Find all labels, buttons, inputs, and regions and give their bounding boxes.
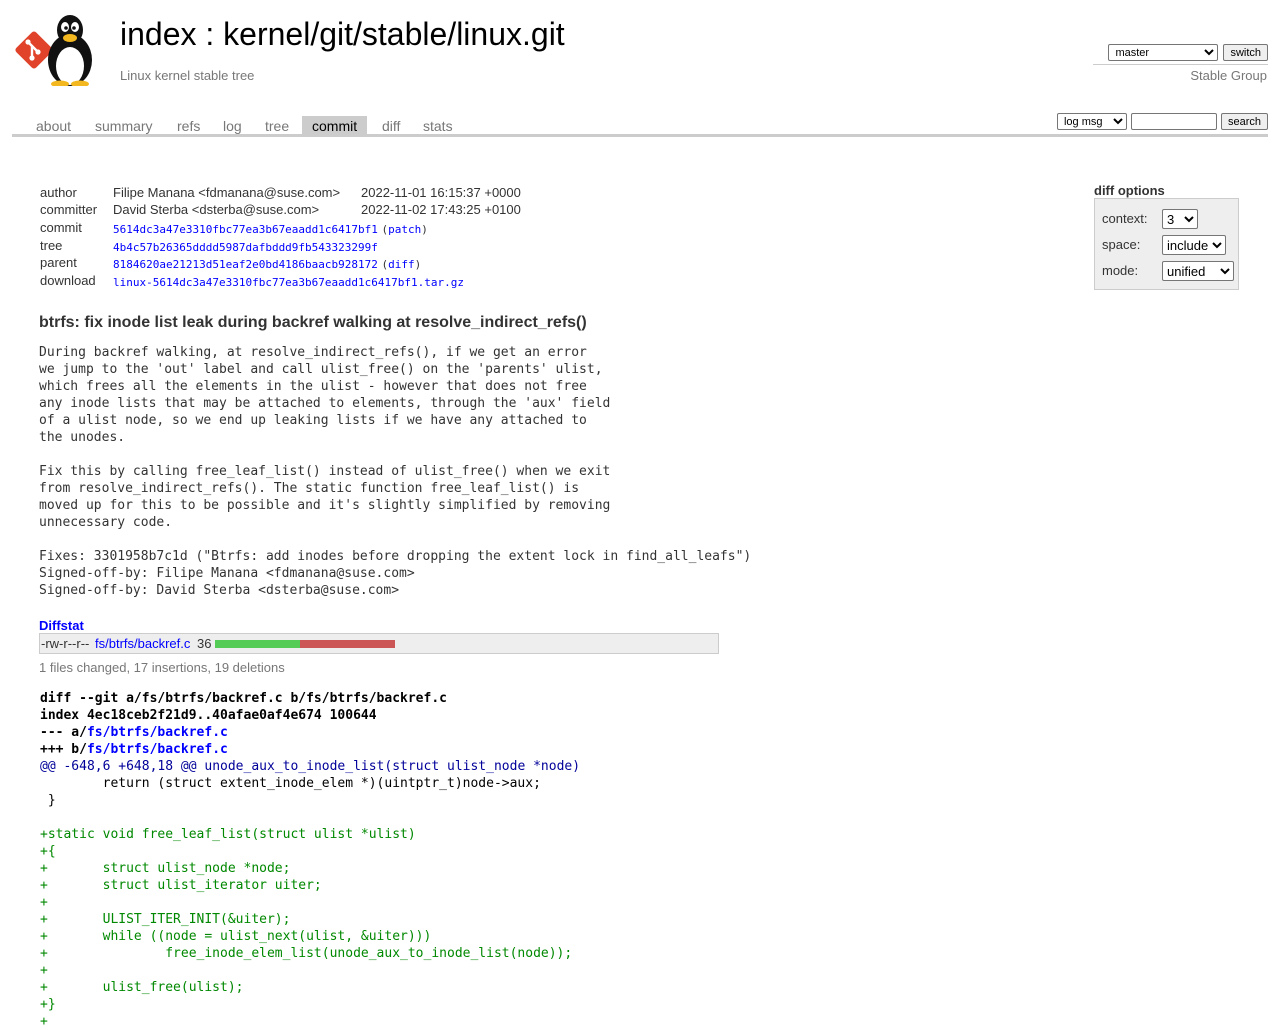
committer-label: committer	[40, 202, 98, 217]
title-separator: :	[196, 16, 224, 52]
file-mode: -rw-r--r--	[41, 636, 90, 651]
diffstat-change-count: 36	[197, 636, 212, 651]
diff-added-line: + while ((node = ulist_next(ulist, &uite…	[40, 929, 432, 944]
page-title: index : kernel/git/stable/linux.git	[120, 16, 565, 53]
repo-owner: Stable Group	[1190, 68, 1267, 83]
context-select[interactable]: 3	[1162, 209, 1198, 229]
diff-paren-close: )	[414, 258, 422, 271]
tab-diff[interactable]: diff	[372, 116, 410, 134]
diff-minus-line: --- a/fs/btrfs/backref.c	[40, 724, 580, 741]
commit-subject: btrfs: fix inode list leak during backre…	[39, 314, 587, 331]
space-select[interactable]: include	[1162, 235, 1226, 255]
diff-added-line: + struct ulist_node *node;	[40, 861, 291, 876]
diff-header-line: diff --git a/fs/btrfs/backref.c b/fs/btr…	[40, 691, 447, 706]
author-date: 2022-11-01 16:15:37 +0000	[361, 185, 521, 200]
tree-sha-link[interactable]: 4b4c57b26365dddd5987dafbddd9fb543323299f	[113, 241, 378, 254]
diff-index-line: index 4ec18ceb2f21d9..40afae0af4e674 100…	[40, 708, 377, 723]
mode-select[interactable]: unified	[1162, 261, 1234, 281]
diff-added-line: + ULIST_ITER_INIT(&uiter);	[40, 912, 291, 927]
branch-select[interactable]: master	[1108, 44, 1219, 61]
tab-refs[interactable]: refs	[167, 116, 210, 134]
parent-value: 8184620ae21213d51eaf2e0bd4186baacb928172…	[113, 256, 421, 271]
diff-added-line: +static void free_leaf_list(struct ulist…	[40, 827, 416, 842]
repo-link[interactable]: kernel/git/stable/linux.git	[223, 16, 565, 52]
diff-options-panel: context: 3 space: include mode: unified	[1094, 198, 1239, 290]
diff-lines: return (struct extent_inode_elem *)(uint…	[40, 775, 580, 1030]
tux-git-logo-icon	[15, 15, 92, 88]
tab-stats[interactable]: stats	[413, 116, 463, 134]
index-link[interactable]: index	[120, 16, 197, 52]
diff-context-line: }	[40, 793, 56, 808]
committer-date: 2022-11-02 17:43:25 +0100	[361, 202, 521, 217]
mode-label: mode:	[1102, 263, 1139, 278]
download-value: linux-5614dc3a47e3310fbc77ea3b67eaadd1c6…	[113, 274, 464, 289]
download-link[interactable]: linux-5614dc3a47e3310fbc77ea3b67eaadd1c6…	[113, 276, 464, 289]
parent-sha-link[interactable]: 8184620ae21213d51eaf2e0bd4186baacb928172	[113, 258, 378, 271]
diff-added-line: +}	[40, 997, 56, 1012]
parent-label: parent	[40, 255, 77, 270]
search-mode-select[interactable]: log msg	[1056, 113, 1127, 130]
minus-prefix: --- a/	[40, 725, 87, 740]
diff-added-line: + struct ulist_iterator uiter;	[40, 878, 322, 893]
download-label: download	[40, 273, 96, 288]
diff-view: diff --git a/fs/btrfs/backref.c b/fs/btr…	[40, 690, 580, 1030]
search-button[interactable]: search	[1220, 113, 1268, 130]
tab-about[interactable]: about	[26, 116, 81, 134]
diff-context-line	[40, 809, 580, 826]
commit-label: commit	[40, 220, 82, 235]
space-label: space:	[1102, 237, 1141, 252]
hunk-function: unode_aux_to_inode_list(struct ulist_nod…	[204, 759, 581, 774]
repo-description: Linux kernel stable tree	[120, 68, 255, 83]
author-value: Filipe Manana <fdmanana@suse.com>	[113, 185, 341, 200]
diff-added-line: +	[40, 895, 48, 910]
diffstat-summary: 1 files changed, 17 insertions, 19 delet…	[39, 660, 285, 675]
author-label: author	[40, 185, 77, 200]
plus-prefix: +++ b/	[40, 742, 87, 757]
context-label: context:	[1102, 211, 1148, 226]
parent-diff-link[interactable]: diff	[388, 258, 415, 271]
tab-tree[interactable]: tree	[255, 116, 299, 134]
hunk-header: @@ -648,6 +648,18 @@ unode_aux_to_inode_…	[40, 758, 580, 775]
search-input[interactable]	[1130, 113, 1217, 130]
committer-value: David Sterba <dsterba@suse.com>	[113, 202, 320, 217]
header-divider	[1093, 64, 1268, 65]
plus-file-link[interactable]: fs/btrfs/backref.c	[87, 742, 228, 757]
patch-paren-close: )	[421, 223, 428, 236]
patch-link[interactable]: patch	[388, 223, 421, 236]
commit-sha-link[interactable]: 5614dc3a47e3310fbc77ea3b67eaadd1c6417bf1	[113, 223, 378, 236]
diff-plus-line: +++ b/fs/btrfs/backref.c	[40, 741, 580, 758]
hunk-range: @@ -648,6 +648,18 @@	[40, 759, 205, 774]
cgit-logo[interactable]	[14, 12, 110, 88]
tree-label: tree	[40, 238, 63, 253]
diff-added-line: +	[40, 963, 48, 978]
deletions-bar	[300, 640, 395, 648]
search-form: log msg search	[1056, 113, 1268, 130]
diff-added-line: +	[40, 1014, 48, 1029]
diffstat-table: -rw-r--r-- fs/btrfs/backref.c 36	[39, 633, 719, 654]
branch-switch-form: master switch	[1108, 44, 1268, 61]
diff-options-title: diff options	[1094, 183, 1165, 198]
commit-message: During backref walking, at resolve_indir…	[39, 345, 752, 598]
tab-log[interactable]: log	[213, 116, 252, 134]
tab-bar: about summary refs log tree commit diff …	[12, 113, 1268, 137]
diff-context-line: return (struct extent_inode_elem *)(uint…	[40, 776, 541, 791]
tab-commit[interactable]: commit	[302, 116, 368, 134]
diffstat-header-link[interactable]: Diffstat	[39, 618, 84, 633]
tree-value: 4b4c57b26365dddd5987dafbddd9fb543323299f	[113, 239, 378, 254]
diff-added-line: +{	[40, 844, 56, 859]
minus-file-link[interactable]: fs/btrfs/backref.c	[87, 725, 228, 740]
diffstat-file-link[interactable]: fs/btrfs/backref.c	[95, 636, 190, 651]
diff-added-line: + free_inode_elem_list(unode_aux_to_inod…	[40, 946, 573, 961]
insertions-bar	[215, 640, 300, 648]
tab-summary[interactable]: summary	[85, 116, 163, 134]
switch-button[interactable]: switch	[1223, 44, 1268, 61]
commit-value: 5614dc3a47e3310fbc77ea3b67eaadd1c6417bf1…	[113, 221, 428, 236]
diff-added-line: + ulist_free(ulist);	[40, 980, 244, 995]
